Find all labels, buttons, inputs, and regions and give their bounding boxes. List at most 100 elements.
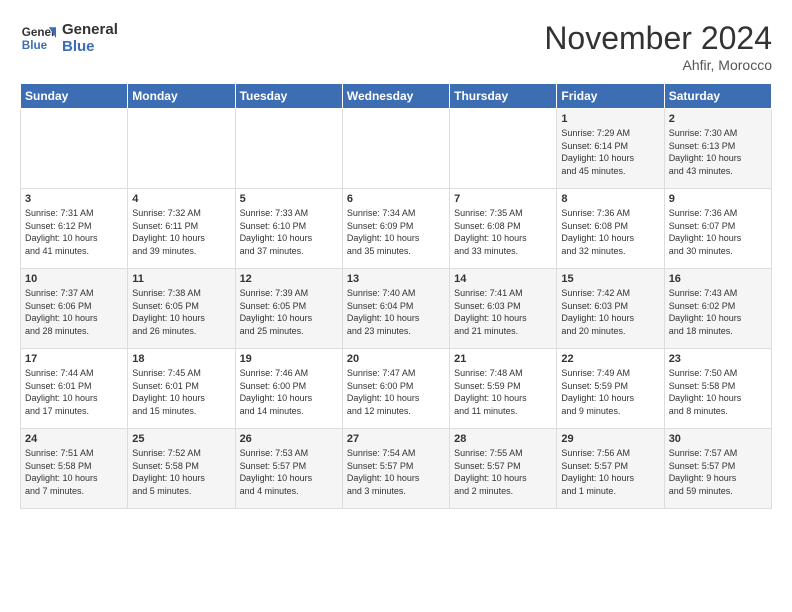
- day-info: Sunrise: 7:50 AM Sunset: 5:58 PM Dayligh…: [669, 367, 767, 417]
- calendar-cell: 9 Sunrise: 7:36 AM Sunset: 6:07 PM Daylig…: [664, 189, 771, 269]
- day-info: Sunrise: 7:45 AM Sunset: 6:01 PM Dayligh…: [132, 367, 230, 417]
- logo-general: General: [62, 21, 118, 38]
- day-info: Sunrise: 7:29 AM Sunset: 6:14 PM Dayligh…: [561, 127, 659, 177]
- day-info: Sunrise: 7:51 AM Sunset: 5:58 PM Dayligh…: [25, 447, 123, 497]
- day-number: 28: [454, 433, 552, 445]
- day-info: Sunrise: 7:36 AM Sunset: 6:08 PM Dayligh…: [561, 207, 659, 257]
- calendar-cell: 30 Sunrise: 7:57 AM Sunset: 5:57 PM Dayli…: [664, 429, 771, 509]
- calendar-cell: 13Sunrise: 7:40 AM Sunset: 6:04 PM Dayli…: [342, 269, 449, 349]
- day-number: 7: [454, 193, 552, 205]
- day-header-monday: Monday: [128, 84, 235, 109]
- day-info: Sunrise: 7:35 AM Sunset: 6:08 PM Dayligh…: [454, 207, 552, 257]
- calendar-cell: 1 Sunrise: 7:29 AM Sunset: 6:14 PM Daylig…: [557, 109, 664, 189]
- day-header-friday: Friday: [557, 84, 664, 109]
- day-number: 12: [240, 273, 338, 285]
- day-number: 23: [669, 353, 767, 365]
- day-info: Sunrise: 7:41 AM Sunset: 6:03 PM Dayligh…: [454, 287, 552, 337]
- calendar-cell: 22 Sunrise: 7:49 AM Sunset: 5:59 PM Dayli…: [557, 349, 664, 429]
- calendar-cell: 20Sunrise: 7:47 AM Sunset: 6:00 PM Dayli…: [342, 349, 449, 429]
- logo: General Blue General Blue: [20, 20, 118, 56]
- day-info: Sunrise: 7:30 AM Sunset: 6:13 PM Dayligh…: [669, 127, 767, 177]
- day-number: 27: [347, 433, 445, 445]
- day-info: Sunrise: 7:54 AM Sunset: 5:57 PM Dayligh…: [347, 447, 445, 497]
- day-number: 19: [240, 353, 338, 365]
- calendar-cell: 25Sunrise: 7:52 AM Sunset: 5:58 PM Dayli…: [128, 429, 235, 509]
- logo-blue: Blue: [62, 38, 118, 55]
- day-info: Sunrise: 7:32 AM Sunset: 6:11 PM Dayligh…: [132, 207, 230, 257]
- day-header-tuesday: Tuesday: [235, 84, 342, 109]
- day-number: 6: [347, 193, 445, 205]
- calendar-cell: [235, 109, 342, 189]
- day-info: Sunrise: 7:49 AM Sunset: 5:59 PM Dayligh…: [561, 367, 659, 417]
- calendar-week-3: 10 Sunrise: 7:37 AM Sunset: 6:06 PM Dayli…: [21, 269, 772, 349]
- day-info: Sunrise: 7:34 AM Sunset: 6:09 PM Dayligh…: [347, 207, 445, 257]
- day-number: 16: [669, 273, 767, 285]
- day-number: 1: [561, 113, 659, 125]
- calendar-cell: 18 Sunrise: 7:45 AM Sunset: 6:01 PM Dayli…: [128, 349, 235, 429]
- calendar-cell: 29 Sunrise: 7:56 AM Sunset: 5:57 PM Dayli…: [557, 429, 664, 509]
- calendar-cell: 28Sunrise: 7:55 AM Sunset: 5:57 PM Dayli…: [450, 429, 557, 509]
- calendar-week-5: 24 Sunrise: 7:51 AM Sunset: 5:58 PM Dayli…: [21, 429, 772, 509]
- day-info: Sunrise: 7:31 AM Sunset: 6:12 PM Dayligh…: [25, 207, 123, 257]
- day-header-saturday: Saturday: [664, 84, 771, 109]
- day-header-sunday: Sunday: [21, 84, 128, 109]
- calendar-cell: [128, 109, 235, 189]
- day-number: 29: [561, 433, 659, 445]
- calendar-cell: 3 Sunrise: 7:31 AM Sunset: 6:12 PM Daylig…: [21, 189, 128, 269]
- calendar-cell: [342, 109, 449, 189]
- calendar-cell: 8 Sunrise: 7:36 AM Sunset: 6:08 PM Daylig…: [557, 189, 664, 269]
- day-number: 24: [25, 433, 123, 445]
- calendar-cell: 4 Sunrise: 7:32 AM Sunset: 6:11 PM Daylig…: [128, 189, 235, 269]
- calendar-table: SundayMondayTuesdayWednesdayThursdayFrid…: [20, 83, 772, 509]
- day-info: Sunrise: 7:53 AM Sunset: 5:57 PM Dayligh…: [240, 447, 338, 497]
- calendar-week-2: 3 Sunrise: 7:31 AM Sunset: 6:12 PM Daylig…: [21, 189, 772, 269]
- location: Ahfir, Morocco: [544, 57, 772, 73]
- page-header: General Blue General Blue November 2024 …: [20, 20, 772, 73]
- calendar-cell: 14Sunrise: 7:41 AM Sunset: 6:03 PM Dayli…: [450, 269, 557, 349]
- svg-text:Blue: Blue: [22, 39, 48, 52]
- calendar-cell: 7 Sunrise: 7:35 AM Sunset: 6:08 PM Daylig…: [450, 189, 557, 269]
- day-number: 18: [132, 353, 230, 365]
- day-info: Sunrise: 7:46 AM Sunset: 6:00 PM Dayligh…: [240, 367, 338, 417]
- day-header-wednesday: Wednesday: [342, 84, 449, 109]
- day-number: 2: [669, 113, 767, 125]
- day-number: 15: [561, 273, 659, 285]
- calendar-cell: [450, 109, 557, 189]
- calendar-cell: [21, 109, 128, 189]
- day-info: Sunrise: 7:37 AM Sunset: 6:06 PM Dayligh…: [25, 287, 123, 337]
- day-number: 25: [132, 433, 230, 445]
- day-number: 11: [132, 273, 230, 285]
- day-number: 3: [25, 193, 123, 205]
- day-info: Sunrise: 7:36 AM Sunset: 6:07 PM Dayligh…: [669, 207, 767, 257]
- calendar-cell: 17Sunrise: 7:44 AM Sunset: 6:01 PM Dayli…: [21, 349, 128, 429]
- calendar-week-4: 17Sunrise: 7:44 AM Sunset: 6:01 PM Dayli…: [21, 349, 772, 429]
- day-number: 21: [454, 353, 552, 365]
- day-info: Sunrise: 7:33 AM Sunset: 6:10 PM Dayligh…: [240, 207, 338, 257]
- day-number: 26: [240, 433, 338, 445]
- title-block: November 2024 Ahfir, Morocco: [544, 20, 772, 73]
- day-number: 4: [132, 193, 230, 205]
- day-number: 10: [25, 273, 123, 285]
- day-info: Sunrise: 7:57 AM Sunset: 5:57 PM Dayligh…: [669, 447, 767, 497]
- day-number: 30: [669, 433, 767, 445]
- day-number: 8: [561, 193, 659, 205]
- calendar-week-1: 1 Sunrise: 7:29 AM Sunset: 6:14 PM Daylig…: [21, 109, 772, 189]
- calendar-cell: 27 Sunrise: 7:54 AM Sunset: 5:57 PM Dayli…: [342, 429, 449, 509]
- day-info: Sunrise: 7:38 AM Sunset: 6:05 PM Dayligh…: [132, 287, 230, 337]
- calendar-cell: 19 Sunrise: 7:46 AM Sunset: 6:00 PM Dayli…: [235, 349, 342, 429]
- day-number: 22: [561, 353, 659, 365]
- day-number: 9: [669, 193, 767, 205]
- day-info: Sunrise: 7:42 AM Sunset: 6:03 PM Dayligh…: [561, 287, 659, 337]
- calendar-cell: 10 Sunrise: 7:37 AM Sunset: 6:06 PM Dayli…: [21, 269, 128, 349]
- calendar-cell: 24 Sunrise: 7:51 AM Sunset: 5:58 PM Dayli…: [21, 429, 128, 509]
- day-info: Sunrise: 7:43 AM Sunset: 6:02 PM Dayligh…: [669, 287, 767, 337]
- calendar-cell: 12Sunrise: 7:39 AM Sunset: 6:05 PM Dayli…: [235, 269, 342, 349]
- calendar-cell: 11 Sunrise: 7:38 AM Sunset: 6:05 PM Dayli…: [128, 269, 235, 349]
- calendar-cell: 16 Sunrise: 7:43 AM Sunset: 6:02 PM Dayli…: [664, 269, 771, 349]
- day-number: 13: [347, 273, 445, 285]
- calendar-cell: 5Sunrise: 7:33 AM Sunset: 6:10 PM Daylig…: [235, 189, 342, 269]
- calendar-cell: 23 Sunrise: 7:50 AM Sunset: 5:58 PM Dayli…: [664, 349, 771, 429]
- calendar-cell: 2 Sunrise: 7:30 AM Sunset: 6:13 PM Daylig…: [664, 109, 771, 189]
- month-title: November 2024: [544, 20, 772, 57]
- day-info: Sunrise: 7:56 AM Sunset: 5:57 PM Dayligh…: [561, 447, 659, 497]
